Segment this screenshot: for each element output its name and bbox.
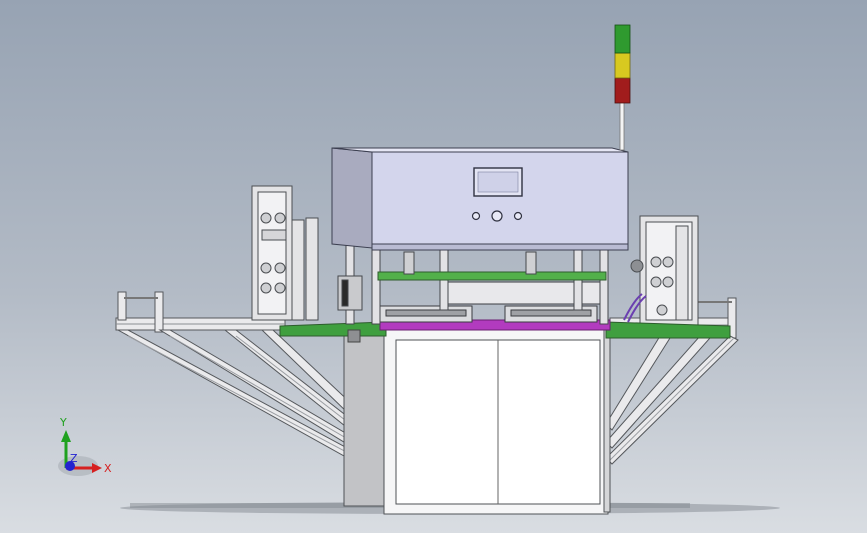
axis-triad[interactable]: Y X Z — [58, 416, 112, 476]
right-vertical-module[interactable] — [630, 215, 699, 327]
axis-label-z: Z — [70, 452, 78, 465]
display-panel[interactable] — [473, 167, 523, 197]
control-button-left — [471, 211, 481, 221]
axis-label-x: X — [104, 462, 112, 475]
press-housing[interactable] — [331, 147, 629, 251]
signal-tower[interactable] — [614, 24, 631, 151]
signal-light-yellow — [614, 52, 631, 79]
control-button-center — [491, 210, 503, 222]
control-button-right — [513, 211, 523, 221]
signal-light-green — [614, 24, 631, 54]
work-fixtures[interactable] — [379, 281, 605, 323]
left-vertical-module[interactable] — [251, 185, 319, 321]
cad-viewport[interactable]: Y X Z — [0, 0, 867, 533]
signal-light-red — [614, 77, 631, 104]
axis-label-y: Y — [59, 416, 67, 429]
base-cabinet[interactable] — [343, 329, 611, 515]
